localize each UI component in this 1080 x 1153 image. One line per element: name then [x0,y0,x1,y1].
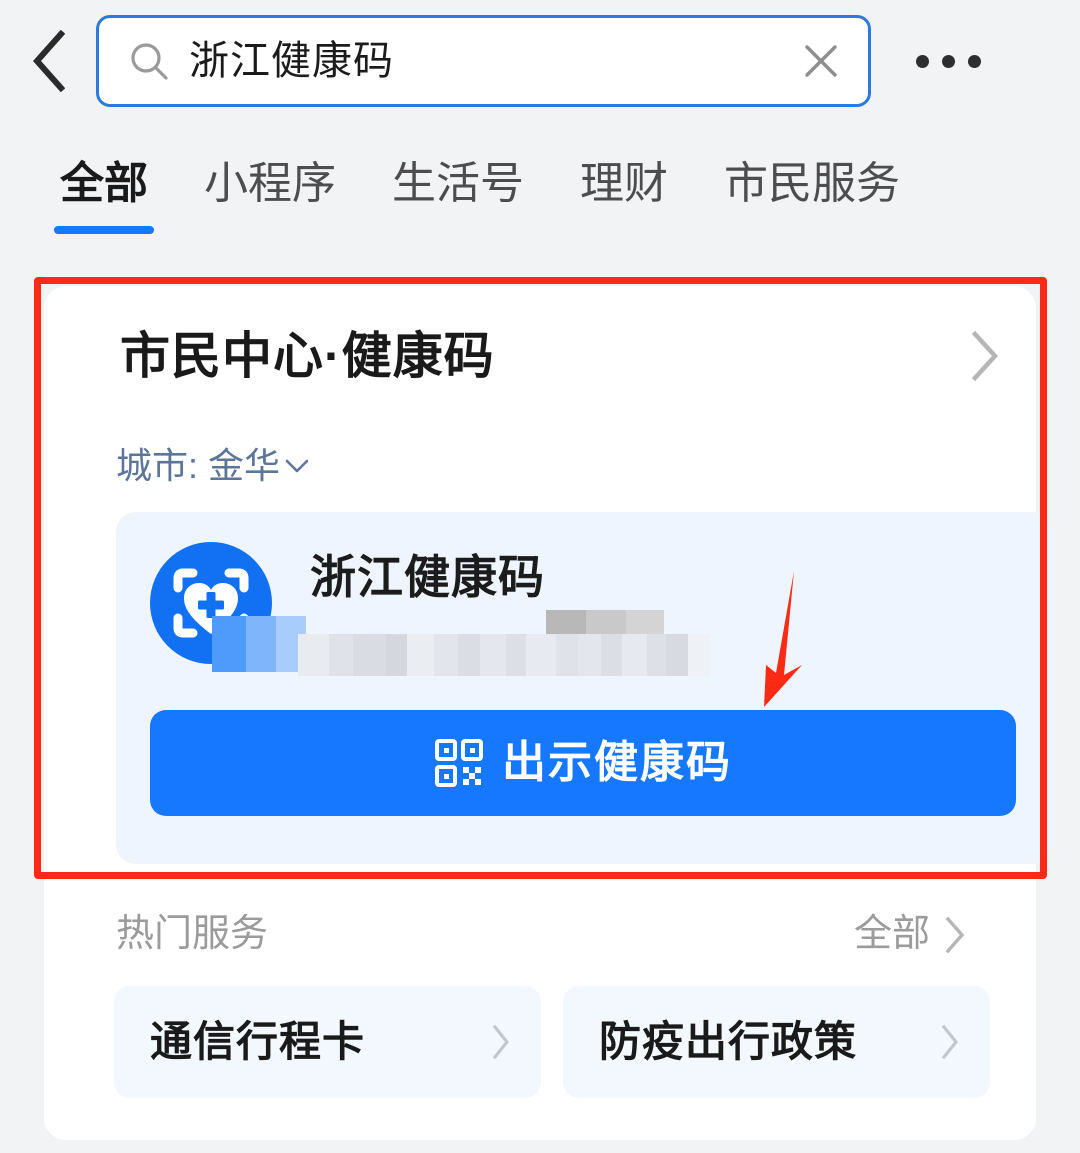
search-input-value[interactable]: 浙江健康码 [189,41,800,81]
back-button[interactable] [0,0,96,122]
app-name: 浙江健康码 [310,551,545,603]
tab-bar: 全部 小程序 生活号 理财 市民服务 [0,140,1080,270]
dot [968,54,981,68]
qrcode-icon [435,739,483,787]
show-health-code-button[interactable]: 出示健康码 [150,710,1016,816]
chevron-right-icon [492,1024,510,1060]
tab-miniprogram[interactable]: 小程序 [204,140,336,210]
chevron-right-icon[interactable] [970,330,1000,382]
tab-all[interactable]: 全部 [54,140,154,234]
tab-label: 市民服务 [724,159,900,208]
service-card-travel-card[interactable]: 通信行程卡 [114,986,541,1098]
masked-icon-overlay [212,616,306,672]
hot-services-more-label: 全部 [853,913,930,955]
service-label: 通信行程卡 [150,1017,366,1065]
chevron-right-icon [945,916,965,954]
result-card: 市民中心·健康码 城市: 金华 浙江健康码 出示健康码 热门服务 全部 通信行程… [44,286,1052,1140]
hot-services-header: 热门服务 全部 [116,912,966,958]
hot-services-more-button[interactable]: 全部 [854,912,966,958]
close-icon[interactable] [800,40,842,82]
hot-services-grid: 通信行程卡 防疫出行政策 [114,986,990,1098]
top-search-bar: 浙江健康码 [0,0,1080,122]
chevron-down-icon[interactable] [284,457,310,475]
app-row: 浙江健康码 [148,538,1018,676]
show-health-code-label: 出示健康码 [502,738,732,787]
service-card-travel-policy[interactable]: 防疫出行政策 [563,986,990,1098]
masked-subtitle-overlay [298,634,711,676]
tab-label: 生活号 [392,159,524,208]
service-label: 防疫出行政策 [599,1017,858,1065]
tab-lifeaccount[interactable]: 生活号 [392,140,524,210]
city-selector-label: 城市: 金华 [116,445,281,486]
tab-label: 全部 [60,159,148,208]
search-icon [131,43,168,80]
masked-title-overlay [546,610,664,634]
health-code-panel: 浙江健康码 出示健康码 [116,512,1052,864]
back-chevron-icon [32,30,65,92]
dot [942,54,955,68]
more-options-button[interactable] [871,0,1026,122]
more-dots-icon [916,54,981,68]
page-title: 市民中心·健康码 [120,328,495,384]
tab-citizen-service[interactable]: 市民服务 [724,140,900,210]
tab-finance[interactable]: 理财 [580,140,668,210]
chevron-right-icon [941,1024,959,1060]
city-selector[interactable]: 城市: 金华 [116,444,310,487]
dot [916,54,929,68]
tab-label: 理财 [580,159,668,208]
result-card-header[interactable]: 市民中心·健康码 [120,326,1000,386]
search-input[interactable]: 浙江健康码 [96,15,871,107]
app-root: 浙江健康码 全部 小程序 生活号 理财 市民服务 市民中心·健康码 城市: 金华… [0,0,1080,1153]
tab-label: 小程序 [204,159,336,208]
tab-active-indicator [54,225,154,234]
hot-services-title: 热门服务 [116,913,269,955]
